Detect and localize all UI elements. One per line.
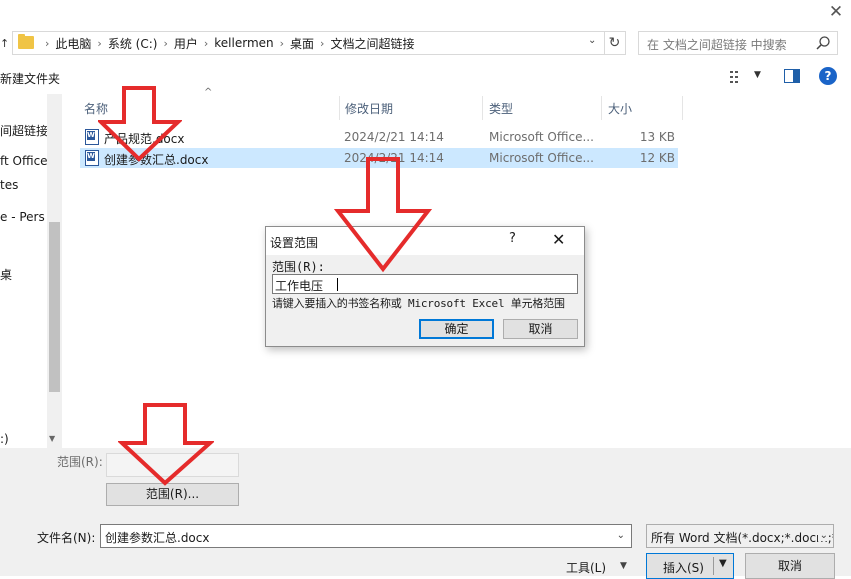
file-name: 创建参数汇总.docx	[104, 153, 209, 167]
nav-up-icon[interactable]: ↑	[0, 36, 12, 52]
column-divider[interactable]	[339, 96, 340, 120]
nav-scrollbar-thumb[interactable]	[49, 222, 60, 392]
text-caret	[337, 278, 338, 291]
cancel-button[interactable]: 取消	[745, 553, 835, 579]
column-divider[interactable]	[482, 96, 483, 120]
breadcrumb-this-pc[interactable]: 此电脑	[55, 35, 91, 52]
nav-scrollbar[interactable]: ▼	[47, 94, 62, 448]
tools-menu[interactable]: 工具(L)	[566, 559, 606, 576]
file-type: Microsoft Office...	[489, 151, 594, 165]
file-name: 产品规范.docx	[104, 132, 185, 146]
chevron-right-icon: ›	[163, 36, 168, 50]
scroll-down-icon[interactable]: ▼	[49, 434, 55, 443]
dialog-title: 设置范围	[270, 236, 319, 250]
range-input-value: 工作电压	[275, 279, 324, 293]
insert-options-chevron-icon[interactable]: ▼	[719, 558, 727, 569]
dialog-cancel-button[interactable]: 取消	[503, 319, 578, 339]
range-button[interactable]: 范围(R)...	[106, 483, 239, 506]
file-row-selected[interactable]: 创建参数汇总.docx 2024/2/21 14:14 Microsoft Of…	[80, 148, 678, 168]
chevron-right-icon: ›	[45, 36, 50, 50]
sort-ascending-icon: ^	[204, 87, 213, 98]
file-size: 13 KB	[639, 130, 675, 144]
chevron-right-icon: ›	[97, 36, 102, 50]
column-divider[interactable]	[601, 96, 602, 120]
chevron-right-icon: ›	[320, 36, 325, 50]
preview-pane-icon[interactable]	[784, 69, 800, 83]
view-options-icon[interactable]	[730, 70, 748, 84]
filename-value: 创建参数汇总.docx	[105, 531, 210, 545]
dialog-titlebar: 设置范围 ? ✕	[266, 227, 584, 255]
help-icon[interactable]: ?	[819, 67, 837, 85]
tools-chevron-icon[interactable]: ▼	[620, 561, 627, 571]
column-header-name[interactable]: 名称	[84, 100, 108, 117]
word-document-icon	[85, 150, 99, 166]
breadcrumb-desktop[interactable]: 桌面	[290, 35, 314, 52]
dialog-hint: 请键入要插入的书签名称或 Microsoft Excel 单元格范围	[272, 297, 565, 310]
filename-dropdown-chevron-icon[interactable]: ⌄	[617, 530, 625, 541]
breadcrumb-users[interactable]: 用户	[174, 35, 198, 52]
nav-item[interactable]: tes	[0, 178, 18, 192]
ok-button[interactable]: 确定	[419, 319, 494, 339]
search-icon[interactable]	[815, 35, 831, 51]
dialog-range-label: 范围(R):	[272, 260, 325, 274]
insert-button[interactable]: 插入(S) ▼	[646, 553, 734, 579]
column-divider[interactable]	[682, 96, 683, 120]
file-row[interactable]: 产品规范.docx 2024/2/21 14:14 Microsoft Offi…	[80, 127, 678, 147]
split-divider	[713, 557, 714, 575]
word-document-icon	[85, 129, 99, 145]
nav-item[interactable]: ft Office	[0, 154, 48, 168]
file-size: 12 KB	[639, 151, 675, 165]
column-header-type[interactable]: 类型	[489, 100, 513, 117]
nav-item[interactable]: 间超链接	[0, 122, 48, 139]
range-field	[106, 453, 239, 477]
range-input[interactable]: 工作电压	[272, 274, 578, 294]
filename-input[interactable]: 创建参数汇总.docx ⌄	[100, 524, 632, 548]
filename-label: 文件名(N):	[37, 531, 96, 545]
folder-icon	[18, 34, 34, 49]
filetype-chevron-icon: ⌄	[817, 530, 828, 541]
breadcrumb-drive-c[interactable]: 系统 (C:)	[108, 35, 158, 52]
breadcrumb: › 此电脑 › 系统 (C:) › 用户 › kellermen › 桌面 › …	[39, 32, 414, 54]
column-header-date[interactable]: 修改日期	[345, 100, 393, 117]
chevron-right-icon: ›	[203, 36, 209, 50]
nav-item[interactable]: e - Pers	[0, 210, 45, 224]
address-bar[interactable]: › 此电脑 › 系统 (C:) › 用户 › kellermen › 桌面 › …	[12, 31, 605, 55]
range-label: 范围(R):	[57, 455, 103, 469]
view-dropdown-chevron-icon[interactable]: ▼	[754, 70, 761, 80]
search-input[interactable]: 在 文档之间超链接 中搜索	[638, 31, 838, 55]
new-folder-button[interactable]: 新建文件夹	[0, 70, 60, 87]
file-date: 2024/2/21 14:14	[344, 130, 444, 144]
nav-item[interactable]: 桌	[0, 266, 12, 283]
chevron-right-icon: ›	[279, 36, 285, 50]
file-type: Microsoft Office...	[489, 130, 594, 144]
refresh-button[interactable]: ↻	[604, 31, 626, 55]
dialog-help-icon[interactable]: ?	[509, 231, 516, 246]
breadcrumb-user[interactable]: kellermen	[214, 36, 273, 50]
column-header-size[interactable]: 大小	[608, 100, 632, 117]
breadcrumb-current-folder[interactable]: 文档之间超链接	[330, 35, 414, 52]
nav-item[interactable]: :)	[0, 432, 9, 446]
set-range-dialog: 设置范围 ? ✕ 范围(R): 工作电压 请键入要插入的书签名称或 Micros…	[265, 226, 585, 347]
insert-label: 插入(S)	[663, 561, 704, 575]
file-date: 2024/2/21 14:14	[344, 151, 444, 165]
dialog-close-icon[interactable]: ✕	[552, 230, 565, 249]
filetype-value: 所有 Word 文档(*.docx;*.docm;*.dotx)	[651, 531, 834, 545]
search-placeholder: 在 文档之间超链接 中搜索	[647, 38, 787, 52]
window-close-icon[interactable]: ✕	[826, 2, 846, 22]
filetype-select[interactable]: 所有 Word 文档(*.docx;*.docm;*.dotx) ⌄	[646, 524, 834, 548]
address-history-chevron-icon[interactable]: ⌄	[588, 35, 596, 46]
